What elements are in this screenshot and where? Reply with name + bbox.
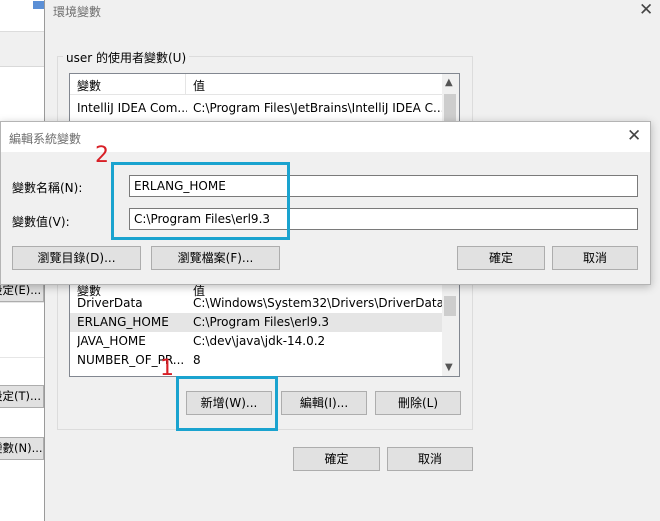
- scroll-thumb[interactable]: [444, 296, 456, 316]
- scroll-thumb[interactable]: [444, 94, 456, 122]
- step-number-2: 2: [95, 143, 109, 168]
- row-variable-name: DriverData: [77, 296, 143, 310]
- column-header-value[interactable]: 值: [193, 77, 205, 94]
- delete-variable-button[interactable]: 刪除(L): [375, 391, 461, 415]
- user-variables-list[interactable]: 變數 值 IntelliJ IDEA Com... C:\Program Fil…: [69, 73, 460, 123]
- window-icon: [33, 1, 44, 9]
- row-variable-name: JAVA_HOME: [77, 334, 146, 348]
- variable-name-label: 變數名稱(N):: [12, 181, 83, 195]
- edit-variable-button[interactable]: 編輯(I)...: [281, 391, 367, 415]
- variable-value-label: 變數值(V):: [12, 215, 70, 229]
- user-variables-label: user 的使用者變數(U): [63, 49, 190, 66]
- table-row[interactable]: DriverData C:\Windows\System32\Drivers\D…: [70, 294, 442, 313]
- close-icon[interactable]: ✕: [627, 128, 641, 145]
- cancel-button[interactable]: 取消: [387, 447, 473, 471]
- window-title: 環境變數: [53, 5, 102, 19]
- dialog-cancel-button[interactable]: 取消: [552, 246, 638, 270]
- row-variable-value: C:\dev\java\jdk-14.0.2: [193, 334, 326, 348]
- column-header-variable[interactable]: 變數: [77, 77, 101, 94]
- bg-settings-t-button[interactable]: 設定(T)...: [0, 385, 44, 408]
- highlight-box-name-value: [111, 162, 290, 240]
- ok-button[interactable]: 確定: [293, 447, 380, 471]
- scroll-down-icon[interactable]: ▼: [445, 362, 453, 373]
- table-row[interactable]: JAVA_HOME C:\dev\java\jdk-14.0.2: [70, 332, 442, 351]
- close-icon[interactable]: ✕: [639, 2, 653, 19]
- browse-file-button[interactable]: 瀏覽檔案(F)...: [151, 246, 280, 270]
- bg-variables-button[interactable]: 變數(N)...: [0, 437, 44, 460]
- system-variables-list[interactable]: 變數 值 DriverData C:\Windows\System32\Driv…: [69, 281, 460, 377]
- background-window-toolbar: [0, 0, 48, 32]
- row-variable-name: ERLANG_HOME: [77, 315, 169, 329]
- scrollbar[interactable]: ▲: [442, 74, 459, 122]
- row-variable-name: IntelliJ IDEA Com...: [77, 101, 187, 115]
- table-row-selected[interactable]: ERLANG_HOME C:\Program Files\erl9.3: [70, 313, 442, 332]
- row-variable-value: C:\Program Files\JetBrains\IntelliJ IDEA…: [193, 101, 442, 115]
- browse-directory-button[interactable]: 瀏覽目錄(D)...: [12, 246, 141, 270]
- scrollbar[interactable]: ▼: [442, 282, 459, 376]
- scroll-up-icon[interactable]: ▲: [445, 77, 453, 88]
- row-variable-value: C:\Windows\System32\Drivers\DriverData: [193, 296, 442, 310]
- row-variable-value: C:\Program Files\erl9.3: [193, 315, 330, 329]
- dialog-ok-button[interactable]: 確定: [457, 246, 545, 270]
- row-variable-value: 8: [193, 353, 201, 367]
- step-number-1: 1: [160, 356, 174, 381]
- highlight-box-new-button: [176, 376, 278, 431]
- table-row[interactable]: NUMBER_OF_PR... 8: [70, 351, 442, 370]
- dialog-title: 編輯系統變數: [9, 132, 82, 146]
- table-row[interactable]: IntelliJ IDEA Com... C:\Program Files\Je…: [70, 99, 442, 118]
- list-header: 變數 值: [70, 74, 442, 95]
